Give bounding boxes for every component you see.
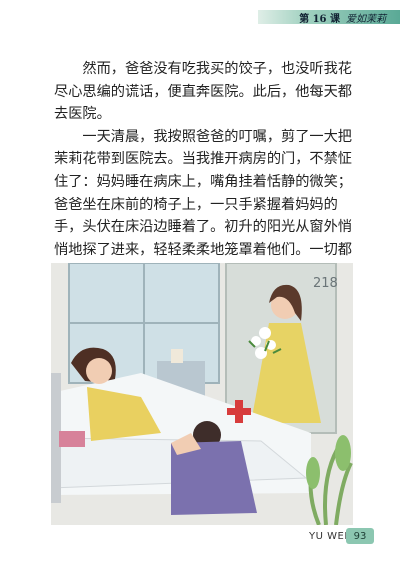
paragraph: 一天清晨，我按照爸爸的叮嘱，剪了一大把茉莉花带到医院去。当我推开病房的门，不禁怔…: [54, 128, 352, 258]
book: [59, 431, 85, 447]
hospital-illustration: 218: [51, 263, 353, 525]
lesson-header: 第 16 课 爱如茉莉: [299, 9, 386, 25]
lesson-title: 爱如茉莉: [346, 13, 386, 25]
paragraph: 然而，爸爸没有吃我买的饺子，也没听我花尽心思编的谎话，便直奔医院。此后，他每天都…: [54, 61, 352, 123]
body-text: 然而，爸爸没有吃我买的饺子，也没听我花尽心思编的谎话，便直奔医院。此后，他每天都…: [54, 58, 354, 261]
room-number: 218: [313, 276, 338, 291]
page-number: 93: [346, 528, 374, 544]
lesson-number: 第 16 课: [299, 13, 340, 25]
